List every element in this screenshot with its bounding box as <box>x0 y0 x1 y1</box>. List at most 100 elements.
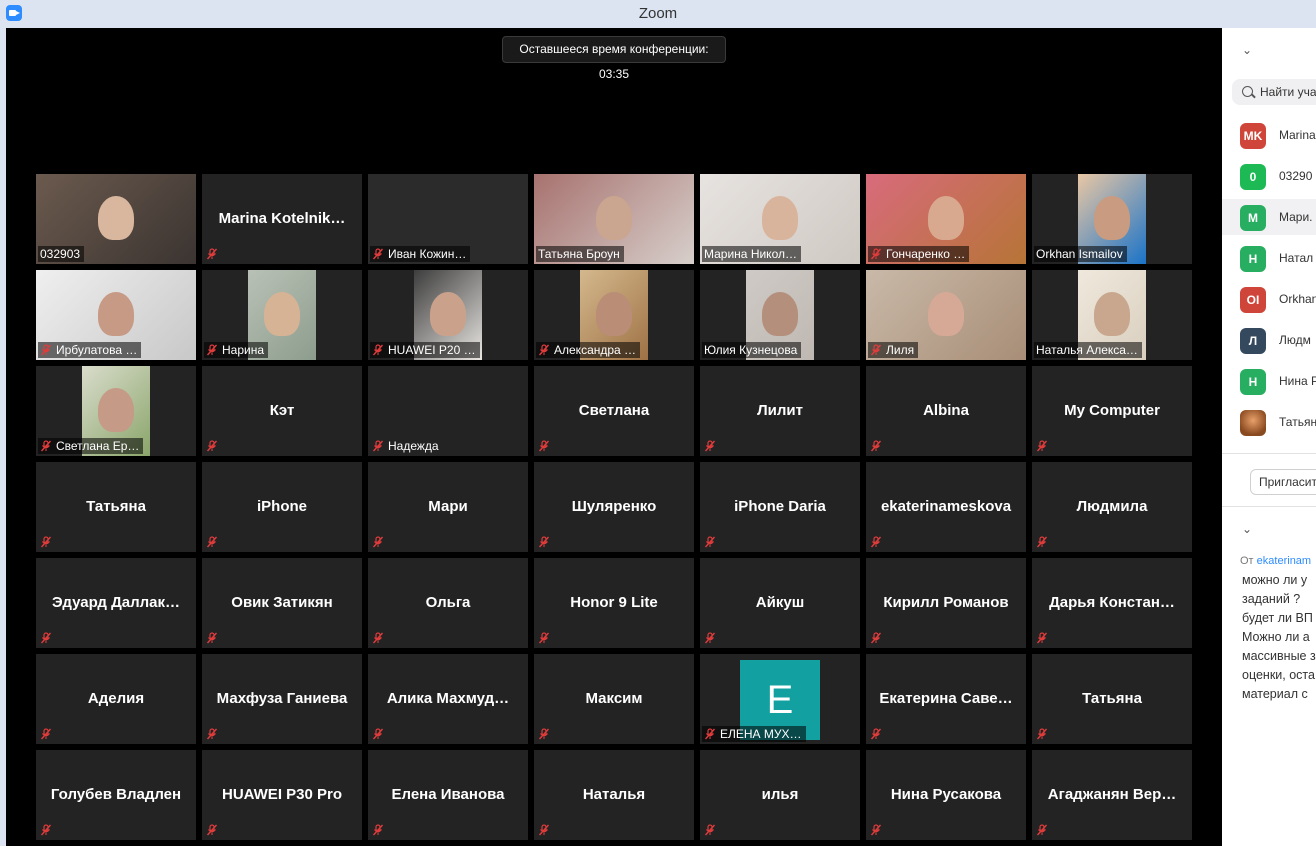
participant-name: Голубев Владлен <box>50 786 182 803</box>
muted-mic-icon <box>372 440 384 452</box>
participant-tile[interactable]: Александра … <box>534 270 694 360</box>
participant-list-item[interactable]: Н Натал <box>1222 240 1316 276</box>
chat-sender-name[interactable]: ekaterinam <box>1257 555 1311 567</box>
participant-tile[interactable]: Marina Kotelnik… <box>202 174 362 264</box>
muted-mic-icon <box>538 536 550 548</box>
participant-tile[interactable]: ekaterinameskova <box>866 462 1026 552</box>
participant-list-item[interactable]: 0 03290 <box>1222 158 1316 194</box>
participant-face <box>98 292 134 336</box>
participant-tile[interactable]: Татьяна <box>36 462 196 552</box>
participant-tile[interactable]: Елена Иванова <box>368 750 528 840</box>
muted-mic-icon <box>704 536 716 548</box>
participant-tile[interactable]: Мари <box>368 462 528 552</box>
participant-tile[interactable]: HUAWEI P30 Pro <box>202 750 362 840</box>
participant-list-name: Татьян <box>1279 415 1316 429</box>
participant-name: Агаджанян Вер… <box>1047 786 1177 803</box>
participant-tile[interactable]: iPhone <box>202 462 362 552</box>
participant-name: Albina <box>923 402 969 419</box>
participant-list-name: Натал <box>1279 251 1314 265</box>
participant-list-item[interactable]: OI Orkhan <box>1222 281 1316 317</box>
participant-tile[interactable]: My Computer <box>1032 366 1192 456</box>
participant-tile[interactable]: Максим <box>534 654 694 744</box>
muted-mic-icon <box>704 440 716 452</box>
participant-name: Orkhan Ismailov <box>1036 247 1123 261</box>
participant-tile[interactable]: Овик Затикян <box>202 558 362 648</box>
participant-tile[interactable]: Юлия Кузнецова <box>700 270 860 360</box>
participant-name: Ольга <box>425 594 471 611</box>
participant-name: ekaterinameskova <box>880 498 1012 515</box>
participant-tile[interactable]: Honor 9 Lite <box>534 558 694 648</box>
collapse-participants-chevron-icon[interactable]: ⌄ <box>1242 43 1252 57</box>
participant-name: Аделия <box>87 690 145 707</box>
chat-message-line: массивные з <box>1242 649 1316 663</box>
participant-tile[interactable]: Albina <box>866 366 1026 456</box>
participant-tile[interactable]: Лилит <box>700 366 860 456</box>
muted-mic-icon <box>206 824 218 836</box>
participant-tile[interactable]: Шуляренко <box>534 462 694 552</box>
participant-tile[interactable]: Агаджанян Вер… <box>1032 750 1192 840</box>
participant-tile[interactable]: Наталья Алекса… <box>1032 270 1192 360</box>
muted-mic-icon <box>704 728 716 740</box>
participant-name-label: Нарина <box>204 342 269 358</box>
participant-tile[interactable]: Лиля <box>866 270 1026 360</box>
participant-tile[interactable]: Нина Русакова <box>866 750 1026 840</box>
participant-tile[interactable]: HUAWEI P20 … <box>368 270 528 360</box>
participant-tile[interactable]: Кирилл Романов <box>866 558 1026 648</box>
participant-list-item[interactable]: Татьян <box>1222 404 1316 440</box>
participant-tile[interactable]: Ольга <box>368 558 528 648</box>
participant-list-item[interactable]: MK Marina <box>1222 117 1316 153</box>
participant-tile[interactable]: 032903 <box>36 174 196 264</box>
muted-mic-icon <box>538 824 550 836</box>
participant-list-item[interactable]: Л Людм <box>1222 322 1316 358</box>
participant-list-item[interactable]: Н Нина Р <box>1222 363 1316 399</box>
collapse-chat-chevron-icon[interactable]: ⌄ <box>1242 522 1252 536</box>
participant-tile[interactable]: Эдуард Даллак… <box>36 558 196 648</box>
muted-mic-icon <box>206 632 218 644</box>
participant-tile[interactable]: Кэт <box>202 366 362 456</box>
participant-face <box>762 292 798 336</box>
participant-tile[interactable]: Татьяна <box>1032 654 1192 744</box>
muted-mic-icon <box>870 440 882 452</box>
participant-tile[interactable]: Аделия <box>36 654 196 744</box>
participant-name: Дарья Констан… <box>1049 594 1175 611</box>
participant-list-item[interactable]: M Мари. <box>1222 199 1316 235</box>
participant-name-label: Лиля <box>868 342 919 358</box>
participant-tile[interactable]: Светлана Ер… <box>36 366 196 456</box>
participant-tile[interactable]: Иван Кожин… <box>368 174 528 264</box>
participant-face <box>596 292 632 336</box>
muted-mic-icon <box>870 632 882 644</box>
participant-tile[interactable]: Дарья Констан… <box>1032 558 1192 648</box>
window-title: Zoom <box>638 5 678 22</box>
participant-name: Айкуш <box>755 594 805 611</box>
muted-mic-icon <box>206 344 218 356</box>
chat-message-line: Можно ли а <box>1242 630 1310 644</box>
meeting-timer: Оставшееся время конференции: 03:35 <box>502 36 726 81</box>
participant-tile[interactable]: Светлана <box>534 366 694 456</box>
participant-tile[interactable]: Нарина <box>202 270 362 360</box>
participant-name: iPhone Daria <box>734 498 826 515</box>
participant-tile[interactable]: Марина Никол… <box>700 174 860 264</box>
participant-tile[interactable]: Голубев Владлен <box>36 750 196 840</box>
participant-tile[interactable]: Наталья <box>534 750 694 840</box>
participant-face <box>928 196 964 240</box>
participant-tile[interactable]: Махфуза Ганиева <box>202 654 362 744</box>
participant-tile[interactable]: Orkhan Ismailov <box>1032 174 1192 264</box>
participant-tile[interactable]: Гончаренко … <box>866 174 1026 264</box>
participant-tile[interactable]: Екатерина Саве… <box>866 654 1026 744</box>
participant-tile[interactable]: E ЕЛЕНА МУХ… <box>700 654 860 744</box>
participant-tile[interactable]: Айкуш <box>700 558 860 648</box>
participant-name-label: Марина Никол… <box>702 246 801 262</box>
participant-tile[interactable]: Алика Махмуд… <box>368 654 528 744</box>
participant-search-input[interactable]: Найти уча <box>1232 79 1316 105</box>
participant-name-label: Иван Кожин… <box>370 246 471 262</box>
participant-tile[interactable]: Людмила <box>1032 462 1192 552</box>
muted-mic-icon <box>538 632 550 644</box>
invite-button[interactable]: Пригласит <box>1250 469 1316 495</box>
participant-tile[interactable]: iPhone Daria <box>700 462 860 552</box>
participant-tile[interactable]: Ирбулатова … <box>36 270 196 360</box>
participant-tile[interactable]: Татьяна Броун <box>534 174 694 264</box>
participant-face <box>430 292 466 336</box>
participant-name-label: Orkhan Ismailov <box>1034 246 1127 262</box>
participant-tile[interactable]: илья <box>700 750 860 840</box>
participant-tile[interactable]: Надежда <box>368 366 528 456</box>
